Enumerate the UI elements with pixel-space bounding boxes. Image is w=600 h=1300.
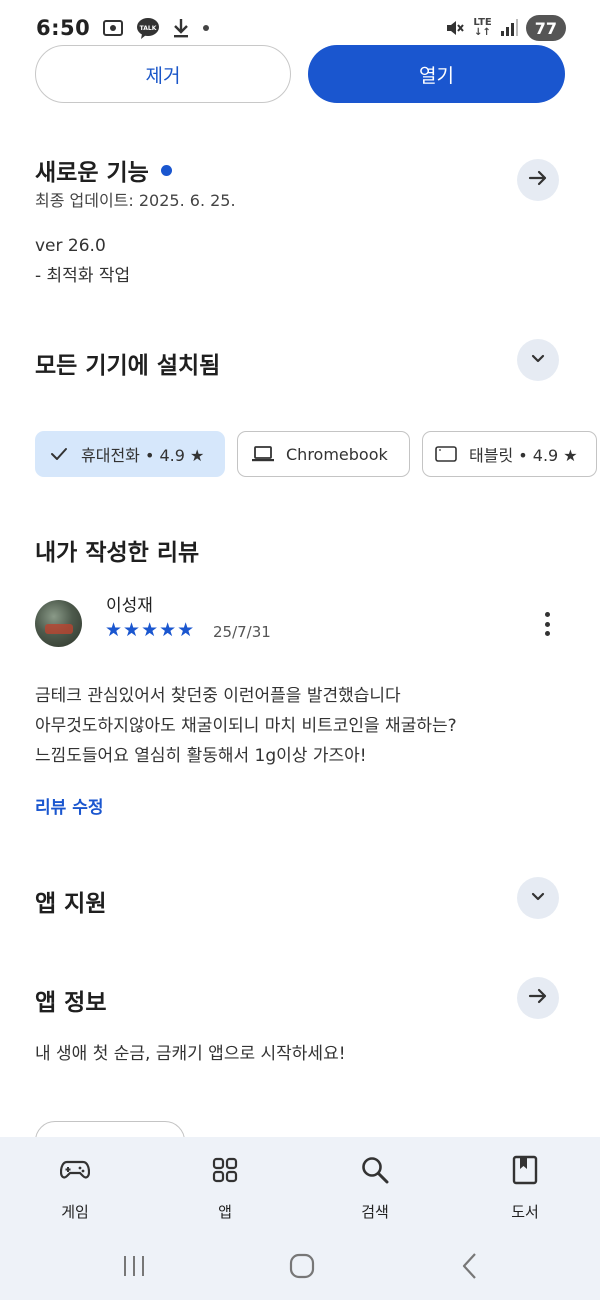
nav-item-search[interactable]: 검색 (325, 1153, 425, 1222)
edit-review-link[interactable]: 리뷰 수정 (35, 793, 103, 818)
more-vert-icon (544, 612, 550, 617)
whats-new-arrow-button[interactable] (517, 159, 559, 201)
nav-label: 게임 (61, 1203, 89, 1221)
notification-dot-icon (202, 24, 210, 32)
review-date: 25/7/31 (213, 623, 271, 641)
laptop-icon (252, 445, 274, 463)
review-line-3: 느낌도들어요 열심히 활동해서 1g이상 가즈아! (35, 746, 367, 766)
tablet-icon (435, 445, 457, 463)
review-line-1: 금테크 관심있어서 찾던중 이런어플을 발견했습니다 (35, 686, 401, 706)
more-vert-dot (544, 621, 550, 627)
new-indicator-dot (160, 165, 172, 176)
device-chip-phone[interactable]: 휴대전화 • 4.9 ★ (35, 431, 225, 477)
system-navigation-bar (0, 1240, 600, 1296)
remove-button[interactable]: 제거 (35, 45, 291, 103)
installed-devices-title: 모든 기기에 설치됨 (35, 353, 221, 379)
recent-apps-icon (121, 1254, 147, 1282)
more-vert-dot (544, 631, 550, 636)
avatar (35, 600, 82, 647)
nav-item-games[interactable]: 게임 (25, 1153, 125, 1222)
nav-label: 앱 (218, 1203, 232, 1221)
device-chip-label: 휴대전화 • 4.9 ★ (81, 446, 205, 465)
check-icon (49, 445, 69, 463)
network-label: LTE (473, 17, 492, 28)
app-info-arrow-button[interactable] (517, 977, 559, 1019)
nav-label: 도서 (511, 1203, 539, 1221)
network-type: LTE ↓↑ (473, 17, 492, 38)
nav-item-books[interactable]: 도서 (475, 1153, 575, 1222)
status-bar-right: LTE ↓↑ 77 (445, 15, 566, 41)
app-description: 내 생애 첫 순금, 금캐기 앱으로 시작하세요! (35, 1044, 346, 1064)
release-notes: - 최적화 작업 (35, 266, 131, 286)
status-time: 6:50 (36, 16, 91, 40)
book-icon (512, 1153, 538, 1187)
search-icon (360, 1153, 390, 1187)
my-review-title: 내가 작성한 리뷰 (35, 540, 200, 566)
installed-expand-button[interactable] (517, 339, 559, 381)
talk-icon: TALK (136, 17, 160, 39)
device-chip-label: Chromebook (286, 444, 388, 464)
whats-new-header[interactable]: 새로운 기능 (35, 153, 172, 187)
chevron-down-icon (528, 886, 548, 910)
status-bar-left: 6:50 TALK (36, 16, 210, 40)
app-support-title: 앱 지원 (35, 891, 107, 917)
app-info-title: 앱 정보 (35, 990, 107, 1016)
download-icon (172, 17, 190, 39)
nav-label: 검색 (361, 1203, 389, 1221)
last-updated: 최종 업데이트: 2025. 6. 25. (35, 191, 236, 210)
gamepad-icon (60, 1153, 90, 1187)
nav-item-apps[interactable]: 앱 (175, 1153, 275, 1222)
arrow-right-icon (527, 167, 549, 193)
review-line-2: 아무것도하지않아도 채굴이되니 마치 비트코인을 채굴하는? (35, 716, 457, 736)
signal-icon (500, 19, 518, 37)
app-support-expand-button[interactable] (517, 877, 559, 919)
reviewer-name: 이성재 (106, 596, 153, 616)
apps-grid-icon (212, 1153, 238, 1187)
mute-icon (445, 18, 465, 38)
screen-capture-icon (102, 18, 124, 38)
whats-new-title: 새로운 기능 (35, 160, 149, 186)
device-chip-tablet[interactable]: 태블릿 • 4.9 ★ (422, 431, 597, 477)
recent-apps-button[interactable] (114, 1248, 154, 1288)
chevron-down-icon (528, 348, 548, 372)
open-button[interactable]: 열기 (308, 45, 565, 103)
device-chip-chromebook[interactable]: Chromebook (237, 431, 410, 477)
home-icon (289, 1253, 315, 1283)
battery-indicator: 77 (525, 15, 566, 41)
home-button[interactable] (280, 1248, 324, 1288)
back-chevron-icon (460, 1252, 480, 1284)
more-options-button[interactable] (536, 609, 558, 639)
arrow-right-icon (527, 985, 549, 1011)
star-rating: ★★★★★ (105, 619, 196, 641)
device-chip-label: 태블릿 • 4.9 ★ (469, 446, 578, 465)
version-text: ver 26.0 (35, 236, 106, 256)
talk-badge: TALK (140, 25, 157, 32)
back-button[interactable] (450, 1248, 490, 1288)
